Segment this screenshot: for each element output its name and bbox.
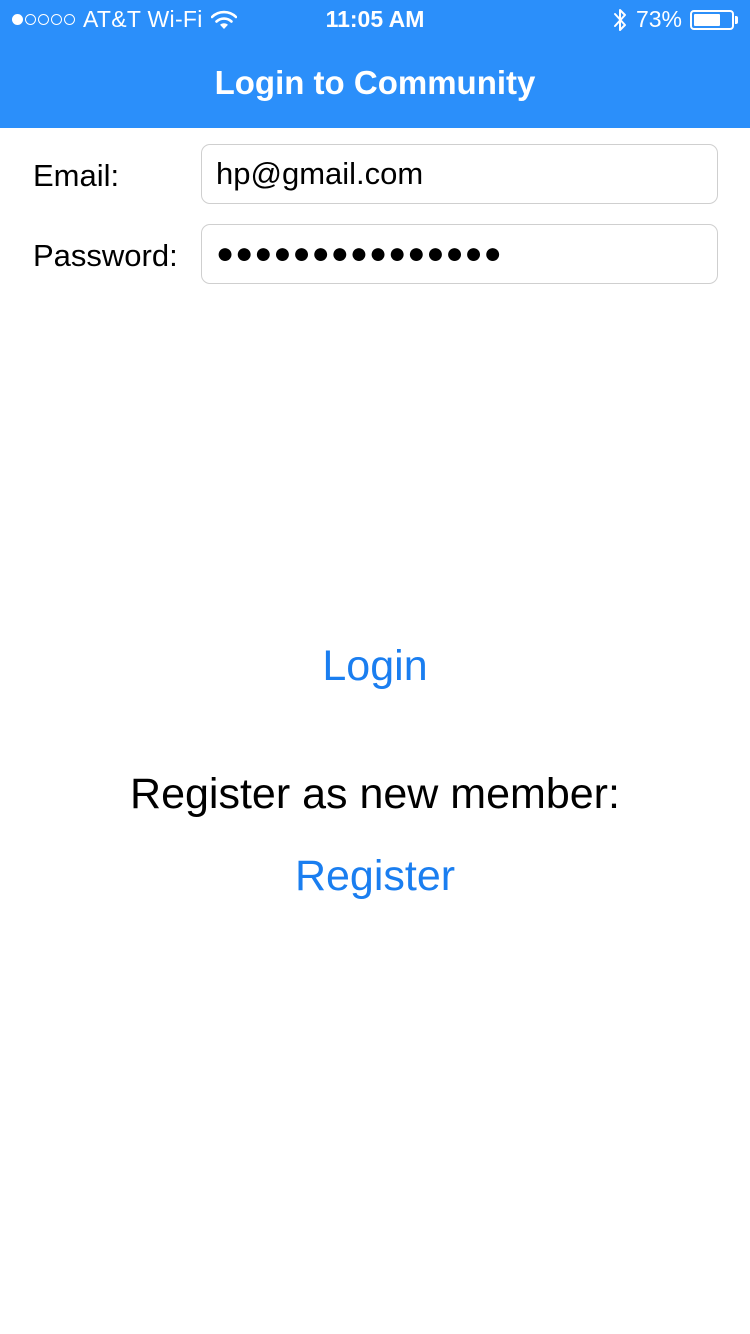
navigation-bar: AT&T Wi-Fi 11:05 AM 73% Login to Communi… [0,0,750,128]
login-screen: AT&T Wi-Fi 11:05 AM 73% Login to Communi… [0,0,750,1334]
battery-percent: 73% [635,6,682,32]
page-title: Login to Community [214,64,536,101]
password-row: Password: [0,224,750,284]
email-row: Email: [0,144,750,204]
password-label: Password: [33,238,178,273]
email-field[interactable] [201,144,718,204]
battery-cap [735,15,738,24]
status-right: 73% [612,6,738,33]
register-prompt: Register as new member: [130,770,620,818]
password-field[interactable] [201,224,718,284]
bluetooth-icon [613,8,626,31]
battery-icon [690,9,738,30]
email-label: Email: [33,158,120,193]
battery-body [690,9,734,30]
status-bar: AT&T Wi-Fi 11:05 AM 73% [0,0,750,40]
login-button[interactable]: Login [0,642,750,691]
register-button[interactable]: Register [0,852,750,901]
battery-fill [694,13,720,26]
